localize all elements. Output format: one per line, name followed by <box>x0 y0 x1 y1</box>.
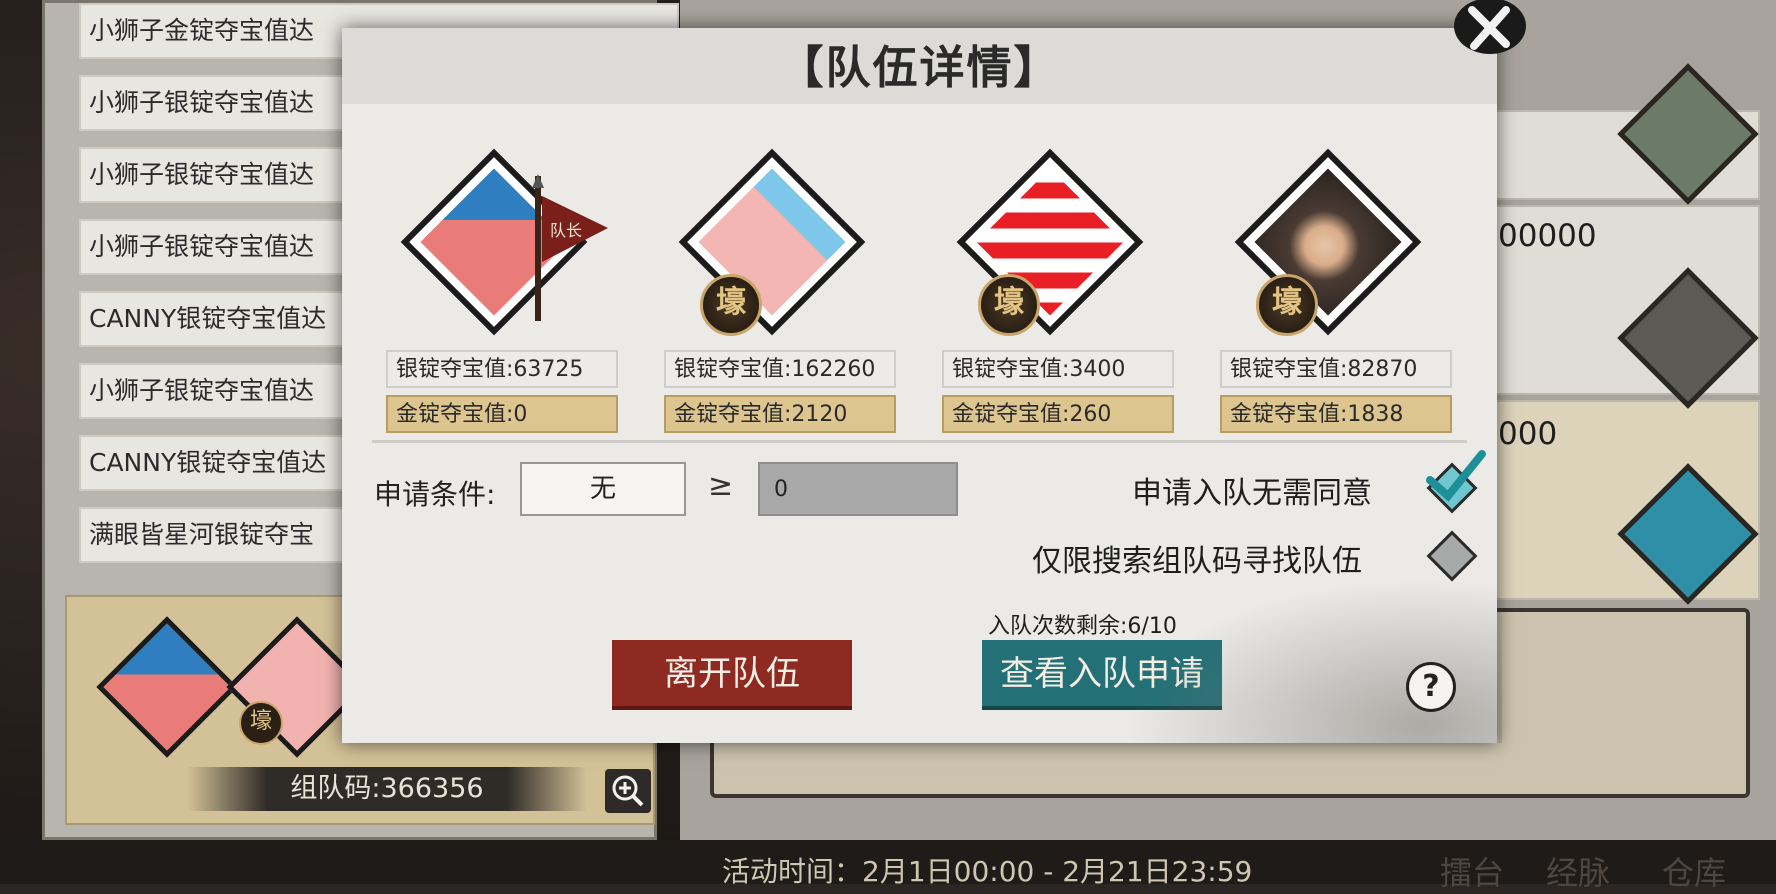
reward-value: 000 <box>1498 416 1558 452</box>
member-avatar[interactable]: 队长 <box>400 148 608 336</box>
silver-stat: 银锭夺宝值:82870 <box>1220 350 1452 388</box>
rich-badge-icon: 壕 <box>978 274 1040 336</box>
activity-time: 活动时间：2月1日00:00 - 2月21日23:59 <box>722 855 1253 888</box>
member-avatar[interactable]: 壕 <box>1234 148 1422 336</box>
close-icon <box>1454 0 1526 54</box>
check-icon <box>1426 450 1486 502</box>
left-team-badge: 壕 <box>239 701 283 745</box>
tab-arena[interactable]: 擂台 <box>1440 848 1504 894</box>
help-icon[interactable]: ? <box>1406 662 1456 712</box>
auto-accept-label: 申请入队无需同意 <box>1132 476 1372 511</box>
team-code-bar: 组队码:366356 <box>187 767 587 811</box>
leave-team-button[interactable]: 离开队伍 <box>612 640 852 710</box>
team-code: 组队码:366356 <box>290 773 484 804</box>
gold-stat: 金锭夺宝值:2120 <box>664 395 896 433</box>
gold-stat: 金锭夺宝值:1838 <box>1220 395 1452 433</box>
dialog-title: 【队伍详情】 <box>778 41 1061 94</box>
ink-brush-decoration <box>1102 568 1502 743</box>
member-card: 壕 银锭夺宝值:82870 金锭夺宝值:1838 <box>1220 140 1456 440</box>
reward-value: 00000 <box>1498 218 1597 254</box>
silver-stat: 银锭夺宝值:162260 <box>664 350 896 388</box>
left-team-avatar-1[interactable] <box>96 616 238 758</box>
member-avatar[interactable]: 壕 <box>956 148 1144 336</box>
team-detail-dialog: 【队伍详情】 队长 银锭夺宝值:63725 金锭夺宝值:0 壕 银锭夺宝值:16… <box>342 28 1502 743</box>
condition-operator: ≥ <box>708 468 734 503</box>
member-card: 壕 银锭夺宝值:3400 金锭夺宝值:260 <box>942 140 1178 440</box>
member-card: 队长 银锭夺宝值:63725 金锭夺宝值:0 <box>386 140 622 440</box>
gold-stat: 金锭夺宝值:0 <box>386 395 618 433</box>
member-card: 壕 银锭夺宝值:162260 金锭夺宝值:2120 <box>664 140 900 440</box>
svg-text:队长: 队长 <box>550 221 582 240</box>
close-button[interactable] <box>1440 0 1526 60</box>
leader-flag-icon: 队长 <box>532 174 608 321</box>
zoom-in-icon <box>612 775 644 807</box>
condition-label: 申请条件: <box>374 478 496 511</box>
divider <box>372 440 1467 443</box>
rich-badge-icon: 壕 <box>1256 274 1318 336</box>
zoom-button[interactable] <box>605 769 651 813</box>
tab-warehouse[interactable]: 仓库 <box>1662 848 1726 894</box>
rich-badge-icon: 壕 <box>700 274 762 336</box>
member-avatar[interactable]: 壕 <box>678 148 866 336</box>
silver-stat: 银锭夺宝值:63725 <box>386 350 618 388</box>
dialog-header: 【队伍详情】 <box>342 28 1497 104</box>
condition-select[interactable]: 无 <box>520 462 686 516</box>
tab-meridian[interactable]: 经脉 <box>1546 848 1610 894</box>
silver-stat: 银锭夺宝值:3400 <box>942 350 1174 388</box>
gold-stat: 金锭夺宝值:260 <box>942 395 1174 433</box>
condition-threshold-input[interactable]: 0 <box>758 462 958 516</box>
